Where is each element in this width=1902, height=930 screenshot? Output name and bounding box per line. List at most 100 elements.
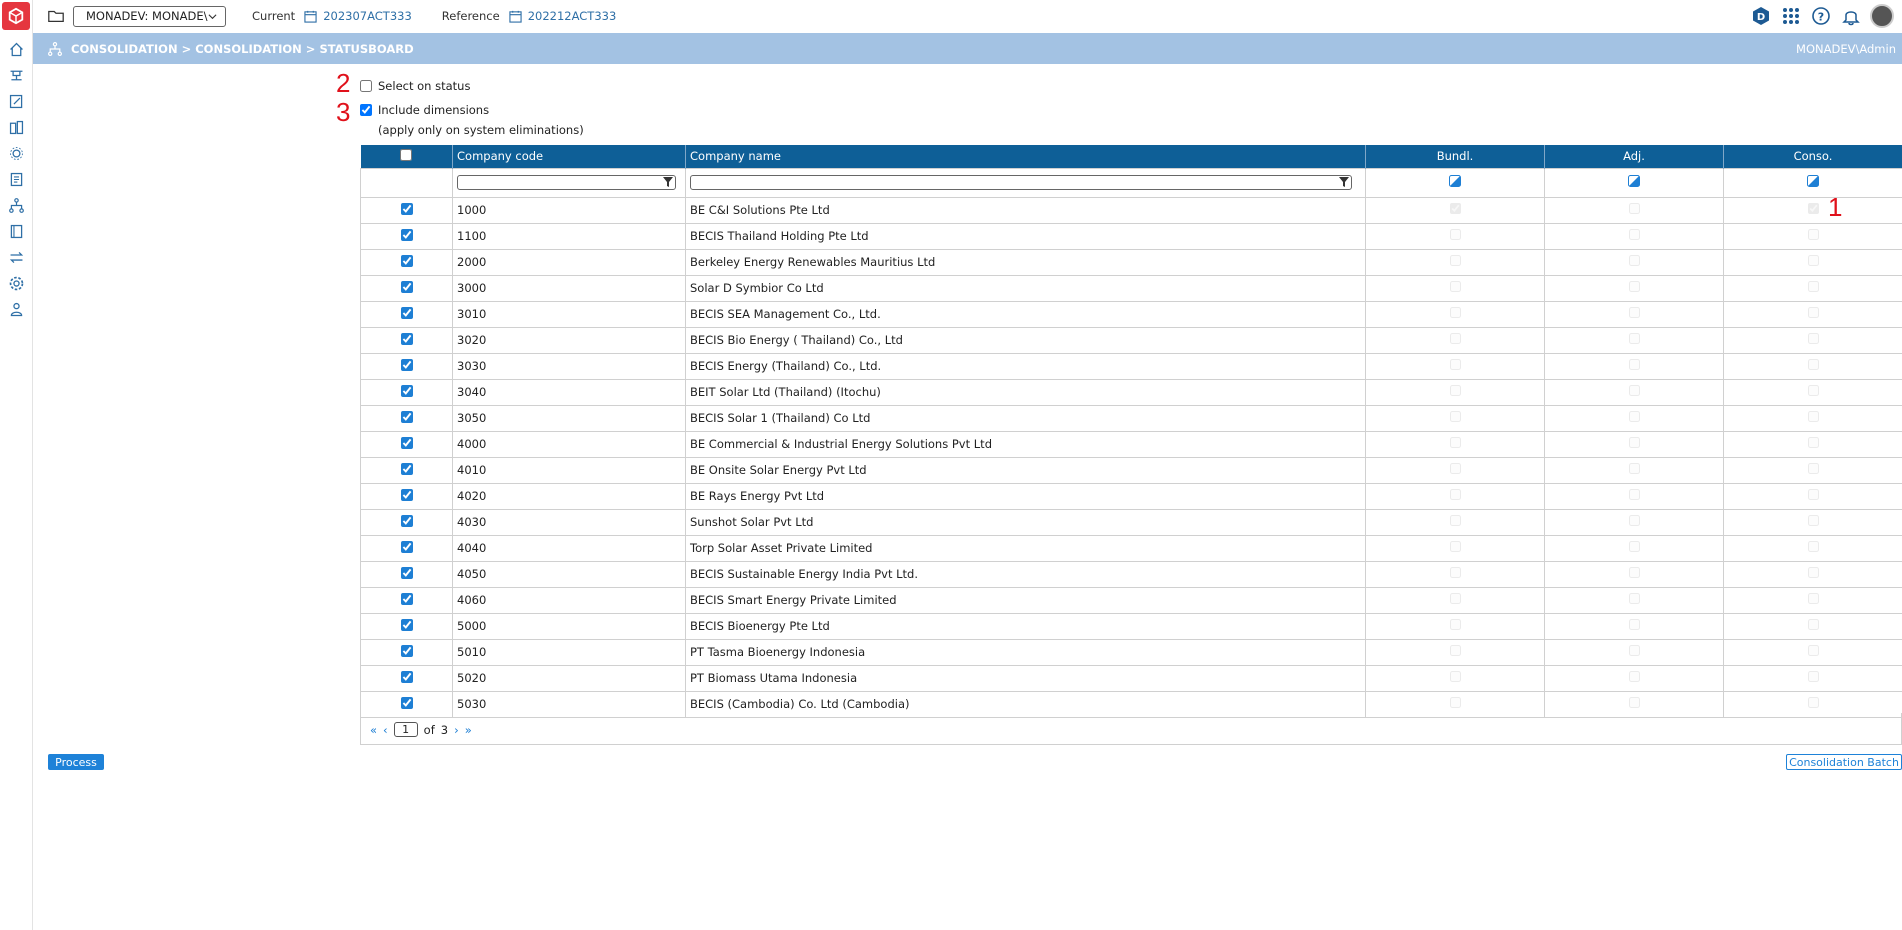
conso-status-checkbox[interactable] [1807, 307, 1819, 318]
first-page-icon[interactable]: « [370, 723, 377, 737]
adj-status-checkbox[interactable] [1628, 307, 1640, 318]
consolidation-tree-icon[interactable] [0, 192, 33, 218]
filter-icon[interactable] [662, 177, 673, 187]
settings-gear-icon[interactable] [0, 270, 33, 296]
consolidation-batch-button[interactable]: Consolidation Batch [1786, 754, 1902, 770]
row-select-checkbox[interactable] [400, 618, 413, 631]
user-avatar[interactable] [1870, 4, 1894, 28]
conso-status-checkbox[interactable] [1807, 463, 1819, 474]
last-page-icon[interactable]: » [465, 723, 472, 737]
table-row[interactable]: 3020 BECIS Bio Energy ( Thailand) Co., Lt… [360, 326, 1902, 354]
current-period-value[interactable]: 202307ACT333 [323, 9, 412, 23]
row-select-checkbox[interactable] [400, 202, 413, 215]
transfer-icon[interactable] [0, 244, 33, 270]
row-select-checkbox[interactable] [400, 566, 413, 579]
row-select-checkbox[interactable] [400, 436, 413, 449]
column-header-conso[interactable]: Conso. [1723, 145, 1902, 168]
report-icon[interactable] [0, 166, 33, 192]
column-header-company-name[interactable]: Company name [685, 145, 1366, 168]
bundl-status-checkbox[interactable] [1449, 437, 1461, 448]
row-select-checkbox[interactable] [400, 384, 413, 397]
bundl-status-checkbox[interactable] [1449, 697, 1461, 708]
row-select-checkbox[interactable] [400, 514, 413, 527]
bundl-status-checkbox[interactable] [1449, 281, 1461, 292]
bundl-status-checkbox[interactable] [1449, 671, 1461, 682]
bundl-status-checkbox[interactable] [1449, 541, 1461, 552]
next-page-icon[interactable]: › [454, 723, 459, 737]
hierarchy-icon[interactable] [0, 62, 33, 88]
row-select-checkbox[interactable] [400, 280, 413, 293]
adj-status-checkbox[interactable] [1628, 463, 1640, 474]
table-row[interactable]: 5010 PT Tasma Bioenergy Indonesia [360, 638, 1902, 666]
table-row[interactable]: 4020 BE Rays Energy Pvt Ltd [360, 482, 1902, 510]
select-on-status-checkbox[interactable] [360, 80, 372, 92]
row-select-checkbox[interactable] [400, 410, 413, 423]
row-select-checkbox[interactable] [400, 306, 413, 319]
help-icon[interactable]: ? [1810, 5, 1832, 27]
adj-status-checkbox[interactable] [1628, 671, 1640, 682]
row-select-checkbox[interactable] [400, 332, 413, 345]
adj-status-checkbox[interactable] [1628, 203, 1640, 214]
adj-status-checkbox[interactable] [1628, 567, 1640, 578]
apps-grid-icon[interactable] [1780, 5, 1802, 27]
adj-status-checkbox[interactable] [1628, 281, 1640, 292]
bundl-status-checkbox[interactable] [1449, 567, 1461, 578]
table-row[interactable]: 5000 BECIS Bioenergy Pte Ltd [360, 612, 1902, 640]
bundl-status-checkbox[interactable] [1449, 229, 1461, 240]
adj-status-checkbox[interactable] [1628, 385, 1640, 396]
page-number-input[interactable]: 1 [393, 722, 418, 737]
previous-page-icon[interactable]: ‹ [383, 723, 388, 737]
table-row[interactable]: 4010 BE Onsite Solar Energy Pvt Ltd [360, 456, 1902, 484]
select-all-checkbox[interactable] [400, 148, 413, 161]
table-row[interactable]: 1100 BECIS Thailand Holding Pte Ltd [360, 222, 1902, 250]
adj-status-checkbox[interactable] [1628, 619, 1640, 630]
conso-status-checkbox[interactable] [1807, 541, 1819, 552]
adj-status-checkbox[interactable] [1628, 645, 1640, 656]
row-select-checkbox[interactable] [400, 462, 413, 475]
filter-icon[interactable] [1338, 177, 1349, 187]
toggle-all-bundl-icon[interactable] [1449, 175, 1461, 187]
adj-status-checkbox[interactable] [1628, 411, 1640, 422]
row-select-checkbox[interactable] [400, 592, 413, 605]
column-header-bundl[interactable]: Bundl. [1365, 145, 1545, 168]
table-row[interactable]: 4060 BECIS Smart Energy Private Limited [360, 586, 1902, 614]
column-header-adj[interactable]: Adj. [1544, 145, 1724, 168]
bundl-status-checkbox[interactable] [1449, 255, 1461, 266]
breadcrumb[interactable]: CONSOLIDATION > CONSOLIDATION > STATUSBO… [71, 42, 414, 56]
row-select-checkbox[interactable] [400, 540, 413, 553]
adj-status-checkbox[interactable] [1628, 359, 1640, 370]
adj-status-checkbox[interactable] [1628, 255, 1640, 266]
table-row[interactable]: 5020 PT Biomass Utama Indonesia [360, 664, 1902, 692]
conso-status-checkbox[interactable] [1807, 671, 1819, 682]
book-icon[interactable] [0, 218, 33, 244]
toggle-all-adj-icon[interactable] [1628, 175, 1640, 187]
column-header-company-code[interactable]: Company code [452, 145, 686, 168]
include-dimensions-checkbox[interactable] [360, 104, 372, 116]
adj-status-checkbox[interactable] [1628, 515, 1640, 526]
conso-status-checkbox[interactable] [1807, 281, 1819, 292]
conso-status-checkbox[interactable] [1807, 359, 1819, 370]
buildings-icon[interactable] [0, 114, 33, 140]
bundl-status-checkbox[interactable] [1449, 463, 1461, 474]
bundl-status-checkbox[interactable] [1449, 203, 1461, 214]
table-row[interactable]: 1000 BE C&I Solutions Pte Ltd [360, 196, 1902, 224]
notification-bell-icon[interactable] [1840, 5, 1862, 27]
table-row[interactable]: 2000 Berkeley Energy Renewables Mauritius… [360, 248, 1902, 276]
bundl-status-checkbox[interactable] [1449, 593, 1461, 604]
home-icon[interactable] [0, 36, 33, 62]
conso-status-checkbox[interactable] [1807, 645, 1819, 656]
table-row[interactable]: 4040 Torp Solar Asset Private Limited [360, 534, 1902, 562]
reference-period-value[interactable]: 202212ACT333 [528, 9, 617, 23]
brand-badge-icon[interactable]: D [1750, 5, 1772, 27]
adj-status-checkbox[interactable] [1628, 229, 1640, 240]
folder-icon[interactable] [47, 7, 65, 25]
bundl-status-checkbox[interactable] [1449, 307, 1461, 318]
table-row[interactable]: 4000 BE Commercial & Industrial Energy So… [360, 430, 1902, 458]
conso-status-checkbox[interactable] [1807, 333, 1819, 344]
edit-form-icon[interactable] [0, 88, 33, 114]
bundl-status-checkbox[interactable] [1449, 645, 1461, 656]
table-row[interactable]: 4030 Sunshot Solar Pvt Ltd [360, 508, 1902, 536]
row-select-checkbox[interactable] [400, 358, 413, 371]
bundl-status-checkbox[interactable] [1449, 385, 1461, 396]
adj-status-checkbox[interactable] [1628, 437, 1640, 448]
